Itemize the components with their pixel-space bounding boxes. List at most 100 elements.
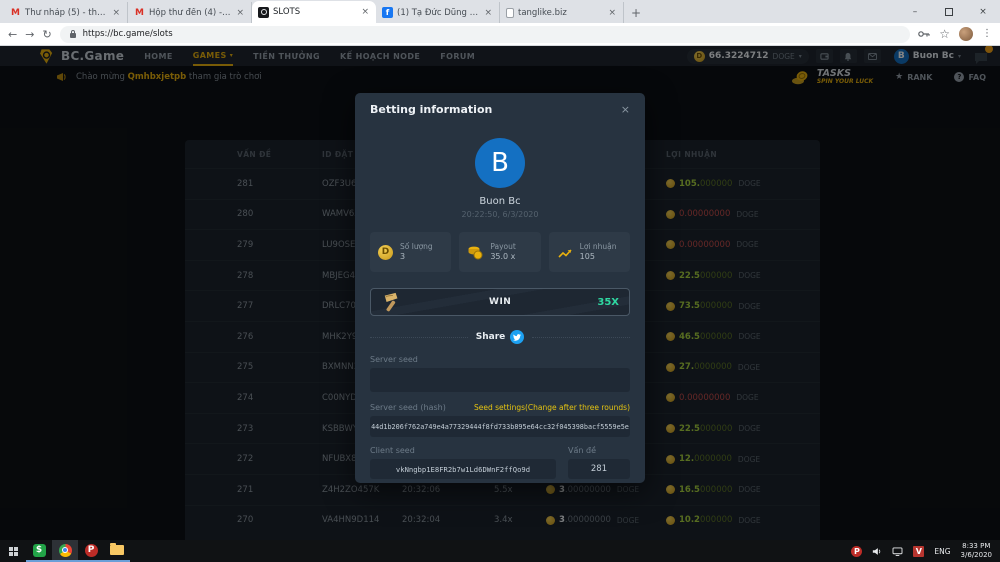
win-result-bar: WIN 35X [370, 288, 630, 316]
window-close-button[interactable]: × [966, 0, 1000, 23]
p-tray-icon[interactable]: P [851, 546, 862, 557]
tab-title: tanglike.biz [518, 8, 603, 18]
result-multiplier: 35X [597, 297, 619, 308]
lock-icon [69, 29, 77, 39]
twitter-bird-icon [513, 334, 521, 341]
stat-label: Lợi nhuận [580, 242, 617, 253]
screen: M Thư nháp (5) - thoai14071997@ × M Hộp thư … [0, 0, 1000, 562]
server-seed-label: Server seed [370, 355, 630, 364]
clock-date: 3/6/2020 [961, 551, 992, 560]
browser-tab-strip: M Thư nháp (5) - thoai14071997@ × M Hộp thư … [0, 0, 1000, 23]
address-bar-actions: ☆ ⋮ [918, 27, 992, 41]
stat-label: Payout [490, 242, 516, 253]
stat-value: 105 [580, 252, 617, 262]
facebook-icon: f [382, 7, 393, 18]
server-seed-field[interactable] [370, 368, 630, 392]
windows-logo-icon [9, 547, 18, 556]
gmail-icon: M [134, 7, 145, 18]
tab-close-icon[interactable]: × [607, 8, 617, 18]
key-icon[interactable] [918, 30, 930, 38]
share-row: Share [370, 330, 630, 344]
clock[interactable]: 8:33 PM 3/6/2020 [961, 542, 992, 561]
tab-close-icon[interactable]: × [111, 8, 121, 18]
tab-close-icon[interactable]: × [235, 8, 245, 18]
tab-title: SLOTS [273, 7, 356, 17]
window-controls: – × [898, 0, 1000, 23]
reload-button[interactable]: ↻ [42, 29, 51, 40]
bet-datetime: 20:22:50, 6/3/2020 [370, 210, 630, 219]
url-text: https://bc.game/slots [83, 29, 173, 39]
chrome-icon [59, 544, 72, 557]
money-app-icon: $ [33, 544, 46, 557]
server-seed-hash-label: Server seed (hash) [370, 403, 446, 412]
client-seed-field[interactable]: vkNngbp1E8FR2b7w1Ld6DWnF2ffQo9d [370, 459, 556, 479]
browser-tab[interactable]: f (1) Tạ Đức Dũng - Bóng Thanh N × [376, 2, 500, 23]
v-app-icon[interactable]: V [913, 546, 924, 557]
file-explorer-icon [110, 545, 124, 555]
window-minimize-button[interactable]: – [898, 0, 932, 23]
browser-address-bar: ← → ↻ https://bc.game/slots ☆ ⋮ [0, 23, 1000, 46]
p-app-icon: P [85, 544, 98, 557]
hammer-icon [381, 292, 403, 312]
taskbar-app[interactable] [104, 540, 130, 562]
trend-up-icon [557, 246, 573, 259]
browser-tab[interactable]: M Hộp thư đến (4) - bcgameboun × [128, 2, 252, 23]
tab-title: (1) Tạ Đức Dũng - Bóng Thanh N [397, 8, 479, 18]
browser-tab[interactable]: M Thư nháp (5) - thoai14071997@ × [4, 2, 128, 23]
browser-tab[interactable]: tanglike.biz × [500, 2, 624, 23]
seed-settings-link[interactable]: Seed settings(Change after three rounds) [474, 403, 630, 412]
language-indicator[interactable]: ENG [934, 547, 950, 556]
player-name: Buon Bc [370, 196, 630, 207]
betting-information-modal: Betting information × B Buon Bc 20:22:50… [355, 93, 645, 483]
bookmark-star-icon[interactable]: ☆ [939, 28, 950, 40]
taskbar-apps: $P [26, 540, 130, 562]
clock-time: 8:33 PM [961, 542, 992, 551]
tab-list: M Thư nháp (5) - thoai14071997@ × M Hộp thư … [0, 0, 624, 23]
gmail-icon: M [10, 7, 21, 18]
player-avatar: B [475, 138, 525, 188]
stat-card: Payout35.0 x [459, 232, 540, 272]
taskbar-app[interactable]: $ [26, 540, 52, 562]
new-tab-button[interactable]: + [624, 3, 648, 23]
share-label: Share [476, 332, 506, 342]
coin-icon: D [378, 245, 393, 260]
system-tray: P V ENG 8:33 PM 3/6/2020 [851, 540, 1000, 562]
divider [532, 337, 630, 338]
divider [370, 337, 468, 338]
modal-close-button[interactable]: × [621, 103, 630, 116]
server-seed-hash-field[interactable]: 44d1b206f762a749e4a77329444f8fd733b895e6… [370, 416, 630, 437]
twitter-share-button[interactable] [510, 330, 524, 344]
coins-stack-icon [467, 245, 483, 260]
stat-value: 35.0 x [490, 252, 516, 262]
stat-label: Số lượng [400, 242, 433, 253]
window-maximize-button[interactable] [932, 0, 966, 23]
modal-title: Betting information [370, 103, 492, 116]
stat-card: Lợi nhuận105 [549, 232, 630, 272]
stat-card: D Số lượng3 [370, 232, 451, 272]
tab-close-icon[interactable]: × [360, 7, 370, 17]
start-button[interactable] [0, 540, 26, 562]
tab-close-icon[interactable]: × [483, 8, 493, 18]
page-icon [506, 8, 514, 18]
volume-icon[interactable] [872, 547, 882, 556]
tab-title: Thư nháp (5) - thoai14071997@ [25, 8, 107, 18]
browser-profile-avatar[interactable] [959, 27, 973, 41]
browser-menu-icon[interactable]: ⋮ [982, 29, 992, 39]
tab-title: Hộp thư đến (4) - bcgameboun [149, 8, 231, 18]
stat-value: 3 [400, 252, 433, 262]
issue-label: Vấn đề [568, 446, 630, 455]
taskbar-app[interactable]: P [78, 540, 104, 562]
client-seed-label: Client seed [370, 446, 556, 455]
network-icon[interactable] [892, 547, 903, 556]
bet-stats: DSố lượng3Payout35.0 xLợi nhuận105 [370, 232, 630, 272]
windows-taskbar: $P P V ENG 8:33 PM 3/6/2020 [0, 540, 1000, 562]
issue-field[interactable]: 281 [568, 459, 630, 479]
taskbar-app[interactable] [52, 540, 78, 562]
bcgame-favicon [258, 7, 269, 18]
url-bar[interactable]: https://bc.game/slots [60, 26, 911, 43]
result-label: WIN [403, 297, 597, 307]
forward-button[interactable]: → [25, 29, 34, 40]
maximize-icon [945, 8, 953, 16]
back-button[interactable]: ← [8, 29, 17, 40]
browser-tab[interactable]: SLOTS × [252, 1, 376, 23]
